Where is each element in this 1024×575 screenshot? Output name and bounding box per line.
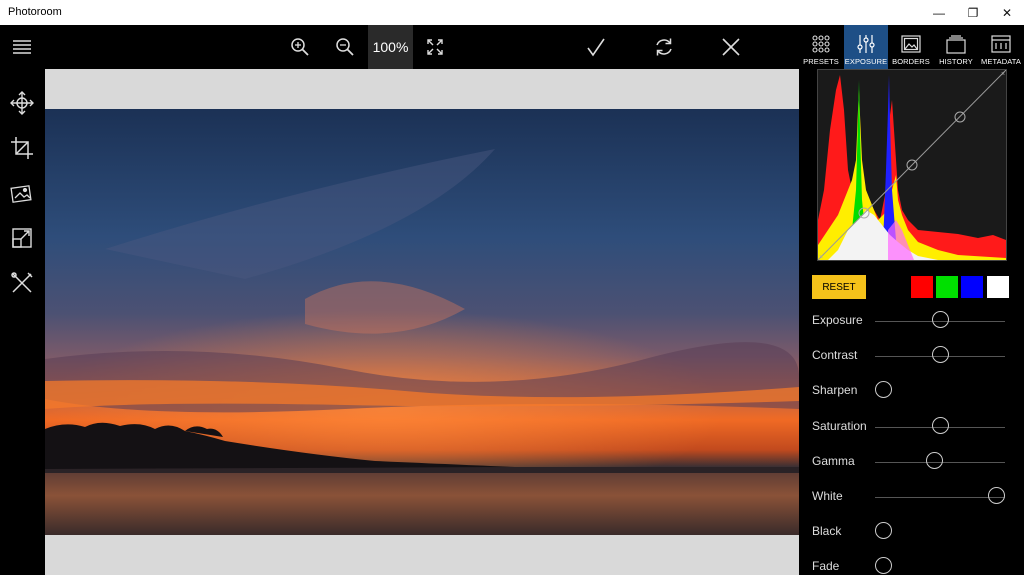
slider-contrast[interactable]: Contrast	[799, 341, 1024, 371]
green-channel-button[interactable]	[936, 276, 958, 298]
slider-thumb[interactable]	[932, 311, 949, 328]
apply-checkmark-icon[interactable]	[576, 25, 616, 69]
slider-sharpen[interactable]: Sharpen	[799, 376, 1024, 406]
slider-label: Fade	[812, 559, 840, 573]
tab-exposure[interactable]: EXPOSURE	[844, 25, 888, 69]
tab-borders[interactable]: BORDERS	[889, 25, 933, 69]
slider-label: White	[812, 489, 843, 503]
tab-label: EXPOSURE	[844, 57, 888, 66]
tab-metadata[interactable]: METADATA	[979, 25, 1023, 69]
tab-label: HISTORY	[939, 57, 973, 66]
move-icon[interactable]	[10, 91, 34, 115]
zoom-in-icon[interactable]	[280, 25, 320, 69]
slider-label: Exposure	[812, 313, 863, 327]
slider-white[interactable]: White	[799, 482, 1024, 512]
presets-grid-icon	[812, 35, 830, 53]
slider-saturation[interactable]: Saturation	[799, 412, 1024, 442]
reset-button[interactable]: RESET	[812, 275, 866, 299]
tab-label: PRESETS	[803, 57, 839, 66]
slider-label: Contrast	[812, 348, 858, 362]
slider-black[interactable]: Black	[799, 517, 1024, 547]
crop-icon[interactable]	[10, 136, 34, 160]
history-stack-icon	[946, 35, 966, 54]
sunset-photo[interactable]	[45, 109, 799, 535]
metadata-icon	[991, 35, 1011, 53]
restore-button[interactable]: ❐	[956, 0, 990, 25]
sliders-icon	[857, 35, 875, 53]
slider-gamma[interactable]: Gamma	[799, 447, 1024, 477]
blue-channel-button[interactable]	[961, 276, 983, 298]
slider-label: Saturation	[812, 419, 867, 433]
borders-image-icon	[901, 35, 921, 53]
slider-thumb[interactable]	[926, 452, 943, 469]
zoom-out-icon[interactable]	[325, 25, 365, 69]
image-effects-icon[interactable]	[10, 181, 34, 205]
red-channel-button[interactable]	[911, 276, 933, 298]
tab-label: BORDERS	[892, 57, 930, 66]
slider-thumb[interactable]	[875, 557, 892, 574]
white-channel-button[interactable]	[987, 276, 1009, 298]
slider-thumb[interactable]	[875, 522, 892, 539]
tools-icon[interactable]	[10, 271, 34, 295]
close-window-button[interactable]: ✕	[990, 0, 1024, 25]
refresh-icon[interactable]	[644, 25, 684, 69]
slider-exposure[interactable]: Exposure	[799, 306, 1024, 336]
slider-label: Black	[812, 524, 842, 538]
image-canvas[interactable]	[45, 69, 799, 575]
cancel-x-icon[interactable]	[711, 25, 751, 69]
tab-label: METADATA	[981, 57, 1021, 66]
slider-thumb[interactable]	[932, 346, 949, 363]
tab-history[interactable]: HISTORY	[934, 25, 978, 69]
title-bar: Photoroom — ❐ ✕	[0, 0, 1024, 25]
slider-track[interactable]	[875, 497, 1005, 498]
exposure-panel: × × RESET Exposure Contrast Sharpen Saturat…	[799, 69, 1024, 575]
resize-icon[interactable]	[10, 226, 34, 250]
slider-thumb[interactable]	[875, 381, 892, 398]
left-toolbar	[0, 69, 45, 575]
slider-thumb[interactable]	[988, 487, 1005, 504]
top-toolbar: 100% PRESETS EXPOSURE BORDERS HISTORY ME…	[0, 25, 1024, 69]
svg-text:×: ×	[819, 254, 823, 260]
histogram[interactable]: × ×	[817, 69, 1007, 261]
svg-text:×: ×	[1001, 71, 1005, 78]
menu-icon[interactable]	[2, 25, 42, 69]
minimize-button[interactable]: —	[922, 0, 956, 25]
app-title: Photoroom	[8, 6, 62, 18]
slider-label: Sharpen	[812, 383, 858, 397]
slider-label: Gamma	[812, 454, 855, 468]
slider-thumb[interactable]	[932, 417, 949, 434]
zoom-level[interactable]: 100%	[368, 25, 413, 69]
tab-presets[interactable]: PRESETS	[799, 25, 843, 69]
fit-screen-icon[interactable]	[415, 25, 455, 69]
slider-fade[interactable]: Fade	[799, 552, 1024, 575]
